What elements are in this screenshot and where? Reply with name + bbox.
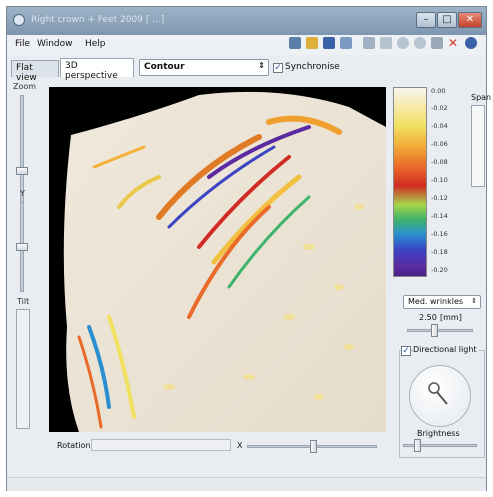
layers-icon[interactable] <box>340 37 352 49</box>
close-red-icon[interactable]: ✕ <box>448 37 460 49</box>
legend-tick: -0.08 <box>431 158 448 166</box>
toolbar: ✕ <box>289 37 484 53</box>
legend-tick: -0.06 <box>431 140 448 148</box>
legend-tick: -0.02 <box>431 104 448 112</box>
menu-file[interactable]: File <box>15 39 30 49</box>
title-bar[interactable]: Right crown + Feet 2009 [ ...] – □ ✕ <box>7 7 486 35</box>
brightness-slider-thumb[interactable] <box>414 439 421 452</box>
display-mode-value: Contour <box>144 62 185 72</box>
x-label: X <box>237 441 243 450</box>
menu-help[interactable]: Help <box>85 39 106 49</box>
chevron-down-icon: ⇕ <box>258 61 265 70</box>
tab-flat-view[interactable]: Flat view <box>11 60 59 83</box>
close-icon: ✕ <box>465 14 475 25</box>
x-slider-thumb[interactable] <box>310 440 317 453</box>
tilt-label: Tilt <box>17 297 30 306</box>
status-bar <box>7 477 486 491</box>
close-button[interactable]: ✕ <box>458 12 482 28</box>
legend-tick: -0.10 <box>431 176 448 184</box>
export-icon[interactable] <box>380 37 392 49</box>
legend-tick: -0.14 <box>431 212 448 220</box>
window-title: Right crown + Feet 2009 [ ...] <box>31 15 165 25</box>
span-slider[interactable] <box>471 105 485 187</box>
menu-window[interactable]: Window <box>37 39 73 49</box>
minimize-icon: – <box>423 14 429 25</box>
rotation-slider[interactable] <box>91 439 231 451</box>
directional-light-label: Directional light <box>413 345 479 354</box>
pen-icon[interactable] <box>431 37 443 49</box>
chart-icon[interactable] <box>289 37 301 49</box>
settings-icon[interactable] <box>414 37 426 49</box>
legend-tick: 0.00 <box>431 87 446 95</box>
y-label: Y <box>20 189 25 198</box>
filter-size-slider[interactable] <box>407 329 473 332</box>
shape-icon[interactable] <box>397 37 409 49</box>
surface-render <box>63 91 386 432</box>
maximize-button[interactable]: □ <box>437 12 457 28</box>
directional-light-checkbox[interactable]: ✓ <box>401 346 411 356</box>
anchor-icon[interactable] <box>363 37 375 49</box>
filter-size-value: 2.50 <box>419 313 437 322</box>
legend-tick: -0.20 <box>431 266 448 274</box>
light-direction-dial[interactable] <box>409 365 471 427</box>
3d-viewport[interactable] <box>49 87 386 432</box>
tab-3d-perspective[interactable]: 3D perspective <box>60 58 134 81</box>
tilt-slider[interactable] <box>16 309 30 429</box>
view-toolbar: Flat view 3D perspective Contour ⇕ ✓ Syn… <box>7 55 486 83</box>
open-folder-icon[interactable] <box>306 37 318 49</box>
filter-size-slider-thumb[interactable] <box>431 324 438 337</box>
rotation-label: Rotation <box>57 441 91 450</box>
display-mode-select[interactable]: Contour ⇕ <box>139 59 269 76</box>
legend-tick: -0.12 <box>431 194 448 202</box>
color-scale-bar <box>393 87 427 277</box>
info-icon[interactable] <box>465 37 477 49</box>
color-legend: 0.00 -0.02 -0.04 -0.06 -0.08 -0.10 -0.12… <box>393 87 465 287</box>
legend-tick: -0.04 <box>431 122 448 130</box>
save-icon[interactable] <box>323 37 335 49</box>
app-icon <box>13 14 25 26</box>
filter-size-unit: [mm] <box>440 313 462 322</box>
light-bulb-icon <box>428 382 448 405</box>
maximize-icon: □ <box>442 14 452 25</box>
y-slider-thumb[interactable] <box>16 243 28 251</box>
minimize-button[interactable]: – <box>416 12 436 28</box>
zoom-slider-thumb[interactable] <box>16 167 28 175</box>
brightness-label: Brightness <box>417 429 460 438</box>
chevron-down-icon: ⇕ <box>471 297 477 305</box>
legend-tick: -0.16 <box>431 230 448 238</box>
filter-value: Med. wrinkles <box>408 297 464 306</box>
app-window: Right crown + Feet 2009 [ ...] – □ ✕ Fil… <box>6 6 491 491</box>
span-label: Span <box>471 93 492 102</box>
legend-tick: -0.18 <box>431 248 448 256</box>
filter-select[interactable]: Med. wrinkles ⇕ <box>403 295 481 309</box>
synchronise-label: Synchronise <box>285 62 340 72</box>
synchronise-checkbox[interactable]: ✓ <box>273 63 283 73</box>
zoom-label: Zoom <box>13 82 37 91</box>
